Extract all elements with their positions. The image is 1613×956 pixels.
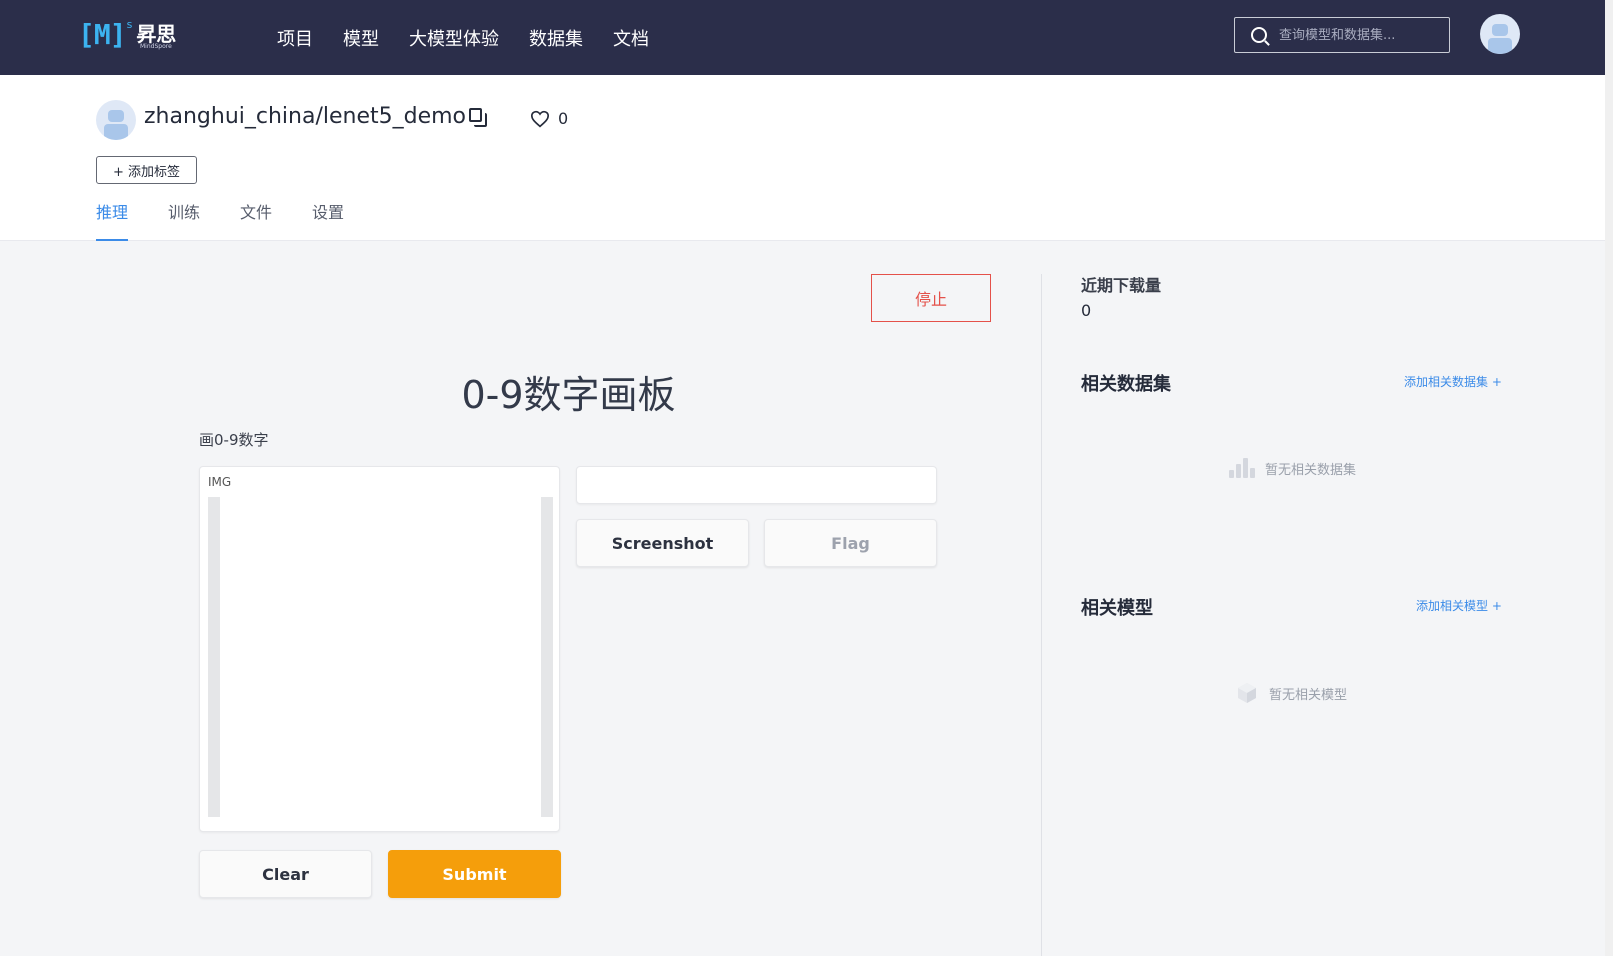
cube-icon — [1238, 683, 1256, 703]
chart-bars-icon — [1229, 458, 1255, 478]
nav-item-docs[interactable]: 文档 — [613, 25, 649, 51]
nav-item-datasets[interactable]: 数据集 — [529, 25, 583, 51]
tab-files[interactable]: 文件 — [240, 199, 272, 241]
sketchpad-canvas[interactable] — [220, 497, 541, 817]
heart-icon — [530, 110, 550, 127]
models-empty-text: 暂无相关模型 — [1269, 687, 1348, 703]
repo-title: zhanghui_china/lenet5_demo — [144, 104, 467, 129]
datasets-empty-state: 暂无相关数据集 — [1229, 458, 1356, 478]
robot-icon — [1488, 22, 1512, 54]
page-scrollbar[interactable] — [1605, 0, 1613, 956]
logo-mark: [M] — [78, 17, 127, 51]
logo-subtext: MindSpore — [140, 43, 172, 50]
copy-icon[interactable] — [469, 108, 487, 127]
mindspore-logo[interactable]: [M] s 昇思 MindSpore — [78, 16, 176, 52]
app-description: 画0-9数字 — [199, 431, 269, 449]
submit-button[interactable]: Submit — [388, 850, 561, 898]
like-button[interactable]: 0 — [530, 109, 568, 128]
stop-button[interactable]: 停止 — [871, 274, 991, 322]
repo-tabs: 推理 训练 文件 设置 — [96, 199, 384, 241]
nav-item-projects[interactable]: 项目 — [277, 25, 313, 51]
user-avatar[interactable] — [1480, 14, 1520, 54]
top-navbar: [M] s 昇思 MindSpore 项目 模型 大模型体验 数据集 文档 — [0, 0, 1613, 75]
image-input-label: IMG — [208, 475, 232, 489]
sketchpad-area — [208, 497, 553, 817]
robot-icon — [104, 108, 128, 140]
related-datasets-title: 相关数据集 — [1081, 374, 1171, 395]
related-models-title: 相关模型 — [1081, 598, 1153, 619]
nav-item-models[interactable]: 模型 — [343, 25, 379, 51]
screenshot-button[interactable]: Screenshot — [576, 519, 749, 567]
models-empty-state: 暂无相关模型 — [1235, 681, 1347, 705]
add-related-model-link[interactable]: 添加相关模型 + — [1416, 597, 1502, 614]
add-tag-button[interactable]: + 添加标签 — [96, 156, 197, 184]
add-related-dataset-link[interactable]: 添加相关数据集 + — [1404, 373, 1502, 390]
app-title: 0-9数字画板 — [461, 373, 676, 417]
tab-settings[interactable]: 设置 — [312, 199, 344, 241]
vertical-divider — [1041, 274, 1042, 956]
search-icon — [1251, 27, 1267, 43]
flag-button[interactable]: Flag — [764, 519, 937, 567]
repo-header: zhanghui_china/lenet5_demo 0 + 添加标签 推理 训… — [0, 75, 1613, 241]
main-nav: 项目 模型 大模型体验 数据集 文档 — [262, 0, 664, 75]
output-textbox[interactable] — [576, 466, 937, 504]
search-box[interactable] — [1234, 17, 1450, 53]
search-input[interactable] — [1279, 27, 1439, 43]
datasets-empty-text: 暂无相关数据集 — [1265, 462, 1357, 478]
image-input-panel: IMG — [199, 466, 560, 832]
logo-text: 昇思 — [136, 22, 177, 46]
repo-owner-avatar[interactable] — [96, 100, 136, 140]
like-count: 0 — [558, 109, 569, 128]
tab-inference[interactable]: 推理 — [96, 199, 129, 241]
nav-item-llm-experience[interactable]: 大模型体验 — [409, 25, 499, 51]
downloads-value: 0 — [1081, 301, 1092, 320]
clear-button[interactable]: Clear — [199, 850, 372, 898]
logo-superscript: s — [126, 17, 133, 31]
downloads-label: 近期下载量 — [1081, 276, 1162, 295]
tab-training[interactable]: 训练 — [168, 199, 200, 241]
